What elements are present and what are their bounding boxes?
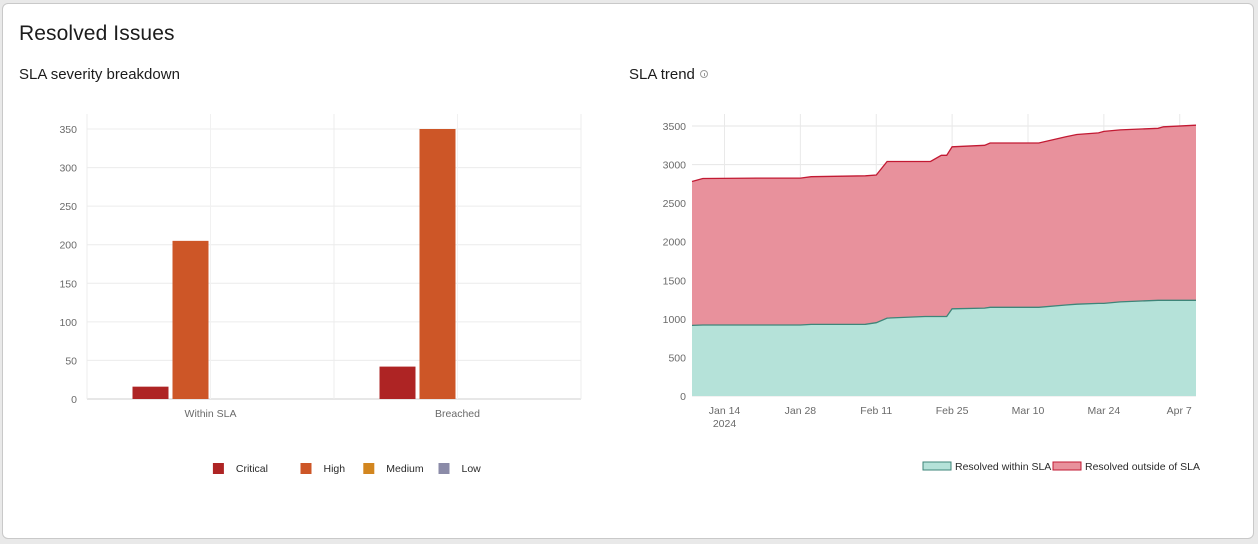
area-x-tick-label: Feb 11 [860,405,892,417]
area-y-tick-label: 1000 [663,314,687,326]
area-x-tick-label: Jan 28 [785,405,817,417]
legend-label-outside-sla: Resolved outside of SLA [1085,461,1200,473]
area-x-tick-label: Feb 25 [936,405,969,417]
area-x-tick-label: Jan 14 [709,405,741,417]
area-y-tick-label: 2500 [663,198,687,210]
area-y-tick-label: 3000 [663,160,687,172]
area-x-tick-label: Apr 7 [1167,405,1192,417]
area-x-tick-label: Mar 24 [1088,405,1121,417]
area-y-tick-label: 2000 [663,237,687,249]
legend-label-within-sla: Resolved within SLA [955,461,1051,473]
area-y-tick-label: 500 [668,352,686,364]
legend-swatch-outside-sla [1052,461,1082,471]
area-y-tick-label: 1500 [663,275,687,287]
area-x-tick-sublabel: 2024 [713,418,737,430]
area-x-tick-label: Mar 10 [1012,405,1045,417]
area-y-tick-label: 3500 [663,121,687,133]
area-y-tick-label: 0 [680,391,686,403]
sla-trend-area-chart: 0 500 1000 1500 2000 2500 3000 3500 Jan 142024 Ja… [663,114,1200,473]
legend-swatch-within-sla [922,461,952,471]
resolved-issues-card: Resolved Issues SLA severity breakdown S… [2,3,1254,539]
